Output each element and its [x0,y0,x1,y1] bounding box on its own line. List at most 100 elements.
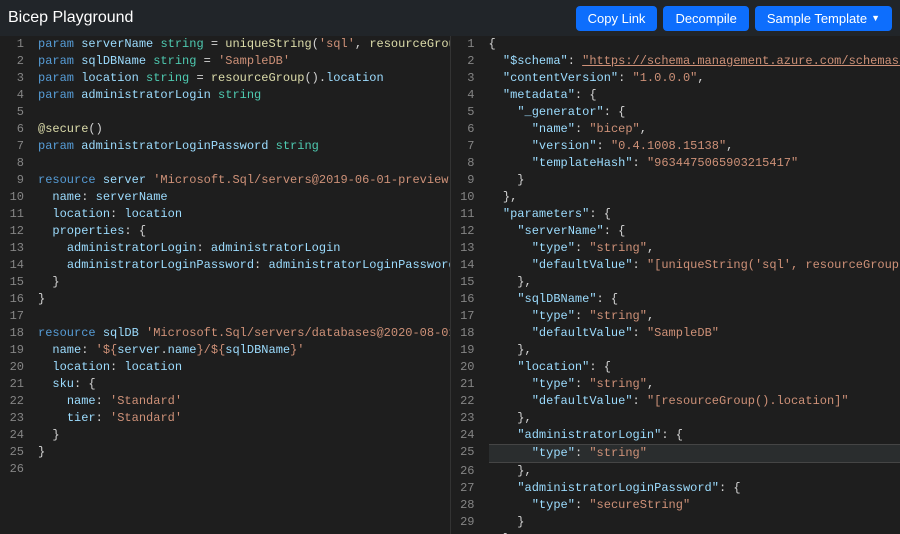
code-line[interactable]: 7param administratorLoginPassword string [0,138,450,155]
code-content[interactable] [38,155,450,172]
code-line[interactable]: 15 } [0,274,450,291]
code-line[interactable]: 22 name: 'Standard' [0,393,450,410]
code-line[interactable]: 21 "type": "string", [451,376,900,393]
code-line[interactable]: 3 "contentVersion": "1.0.0.0", [451,70,900,87]
code-content[interactable]: } [38,427,450,444]
code-line[interactable]: 26 [0,461,450,478]
code-content[interactable]: } [489,514,900,531]
code-line[interactable]: 8 [0,155,450,172]
code-content[interactable]: "type": "secureString" [489,497,900,514]
code-content[interactable]: "name": "bicep", [489,121,900,138]
code-line[interactable]: 19 name: '${server.name}/${sqlDBName}' [0,342,450,359]
code-content[interactable]: properties: { [38,223,450,240]
code-line[interactable]: 16 "sqlDBName": { [451,291,900,308]
code-line[interactable]: 21 sku: { [0,376,450,393]
code-line[interactable]: 4 "metadata": { [451,87,900,104]
code-content[interactable]: "defaultValue": "[resourceGroup().locati… [489,393,900,410]
code-line[interactable]: 9 } [451,172,900,189]
code-line[interactable]: 14 "defaultValue": "[uniqueString('sql',… [451,257,900,274]
code-line[interactable]: 5 "_generator": { [451,104,900,121]
code-content[interactable]: location: location [38,359,450,376]
code-content[interactable]: }, [489,189,900,206]
code-content[interactable]: name: 'Standard' [38,393,450,410]
code-content[interactable]: tier: 'Standard' [38,410,450,427]
code-line[interactable]: 18resource sqlDB 'Microsoft.Sql/servers/… [0,325,450,342]
code-content[interactable]: name: '${server.name}/${sqlDBName}' [38,342,450,359]
code-content[interactable]: }, [489,463,900,480]
code-line[interactable]: 13 "type": "string", [451,240,900,257]
code-content[interactable]: }, [489,410,900,427]
code-line[interactable]: 23 tier: 'Standard' [0,410,450,427]
code-content[interactable]: "administratorLoginPassword": { [489,480,900,497]
code-content[interactable]: "_generator": { [489,104,900,121]
code-line[interactable]: 16} [0,291,450,308]
code-line[interactable]: 27 "administratorLoginPassword": { [451,480,900,497]
code-line[interactable]: 19 }, [451,342,900,359]
code-content[interactable]: { [489,36,900,53]
code-line[interactable]: 25} [0,444,450,461]
code-line[interactable]: 25 "type": "string" [451,444,900,463]
code-line[interactable]: 22 "defaultValue": "[resourceGroup().loc… [451,393,900,410]
code-line[interactable]: 6 "name": "bicep", [451,121,900,138]
code-content[interactable]: administratorLogin: administratorLogin [38,240,450,257]
code-content[interactable]: administratorLoginPassword: administrato… [38,257,450,274]
code-line[interactable]: 9resource server 'Microsoft.Sql/servers@… [0,172,450,189]
code-line[interactable]: 26 }, [451,463,900,480]
code-content[interactable]: "sqlDBName": { [489,291,900,308]
code-content[interactable]: resource server 'Microsoft.Sql/servers@2… [38,172,450,189]
code-line[interactable]: 20 "location": { [451,359,900,376]
code-content[interactable]: }, [489,342,900,359]
code-line[interactable]: 2param sqlDBName string = 'SampleDB' [0,53,450,70]
code-line[interactable]: 24 } [0,427,450,444]
code-content[interactable] [38,104,450,121]
code-line[interactable]: 28 "type": "secureString" [451,497,900,514]
code-line[interactable]: 12 "serverName": { [451,223,900,240]
code-content[interactable]: "type": "string", [489,376,900,393]
code-content[interactable]: @secure() [38,121,450,138]
code-line[interactable]: 1{ [451,36,900,53]
bicep-editor[interactable]: 1param serverName string = uniqueString(… [0,36,451,534]
code-line[interactable]: 10 name: serverName [0,189,450,206]
code-content[interactable] [38,461,450,478]
code-line[interactable]: 24 "administratorLogin": { [451,427,900,444]
code-line[interactable]: 29 } [451,514,900,531]
code-content[interactable]: "type": "string", [489,240,900,257]
code-content[interactable]: "metadata": { [489,87,900,104]
code-line[interactable]: 8 "templateHash": "9634475065903215417" [451,155,900,172]
code-content[interactable]: param location string = resourceGroup().… [38,70,450,87]
code-content[interactable]: param sqlDBName string = 'SampleDB' [38,53,450,70]
code-content[interactable]: param administratorLoginPassword string [38,138,450,155]
sample-template-button[interactable]: Sample Template▼ [755,6,892,31]
code-content[interactable]: "contentVersion": "1.0.0.0", [489,70,900,87]
code-line[interactable]: 23 }, [451,410,900,427]
code-line[interactable]: 20 location: location [0,359,450,376]
code-content[interactable]: "location": { [489,359,900,376]
code-content[interactable]: "$schema": "https://schema.management.az… [489,53,900,70]
code-content[interactable]: param serverName string = uniqueString('… [38,36,450,53]
code-line[interactable]: 11 "parameters": { [451,206,900,223]
code-content[interactable]: "version": "0.4.1008.15138", [489,138,900,155]
code-content[interactable]: "templateHash": "9634475065903215417" [489,155,900,172]
code-content[interactable]: name: serverName [38,189,450,206]
code-line[interactable]: 2 "$schema": "https://schema.management.… [451,53,900,70]
code-content[interactable]: "type": "string", [489,308,900,325]
code-content[interactable]: "type": "string" [489,444,900,463]
code-line[interactable]: 5 [0,104,450,121]
code-line[interactable]: 14 administratorLoginPassword: administr… [0,257,450,274]
code-line[interactable]: 6@secure() [0,121,450,138]
code-content[interactable]: }, [489,274,900,291]
code-line[interactable]: 12 properties: { [0,223,450,240]
decompile-button[interactable]: Decompile [663,6,748,31]
code-content[interactable]: "administratorLogin": { [489,427,900,444]
code-content[interactable]: "defaultValue": "SampleDB" [489,325,900,342]
code-line[interactable]: 7 "version": "0.4.1008.15138", [451,138,900,155]
code-content[interactable]: location: location [38,206,450,223]
json-editor[interactable]: 1{2 "$schema": "https://schema.managemen… [451,36,900,534]
code-line[interactable]: 18 "defaultValue": "SampleDB" [451,325,900,342]
code-line[interactable]: 15 }, [451,274,900,291]
code-content[interactable]: sku: { [38,376,450,393]
code-line[interactable]: 13 administratorLogin: administratorLogi… [0,240,450,257]
code-line[interactable]: 3param location string = resourceGroup()… [0,70,450,87]
code-content[interactable]: } [38,274,450,291]
code-content[interactable]: } [38,291,450,308]
